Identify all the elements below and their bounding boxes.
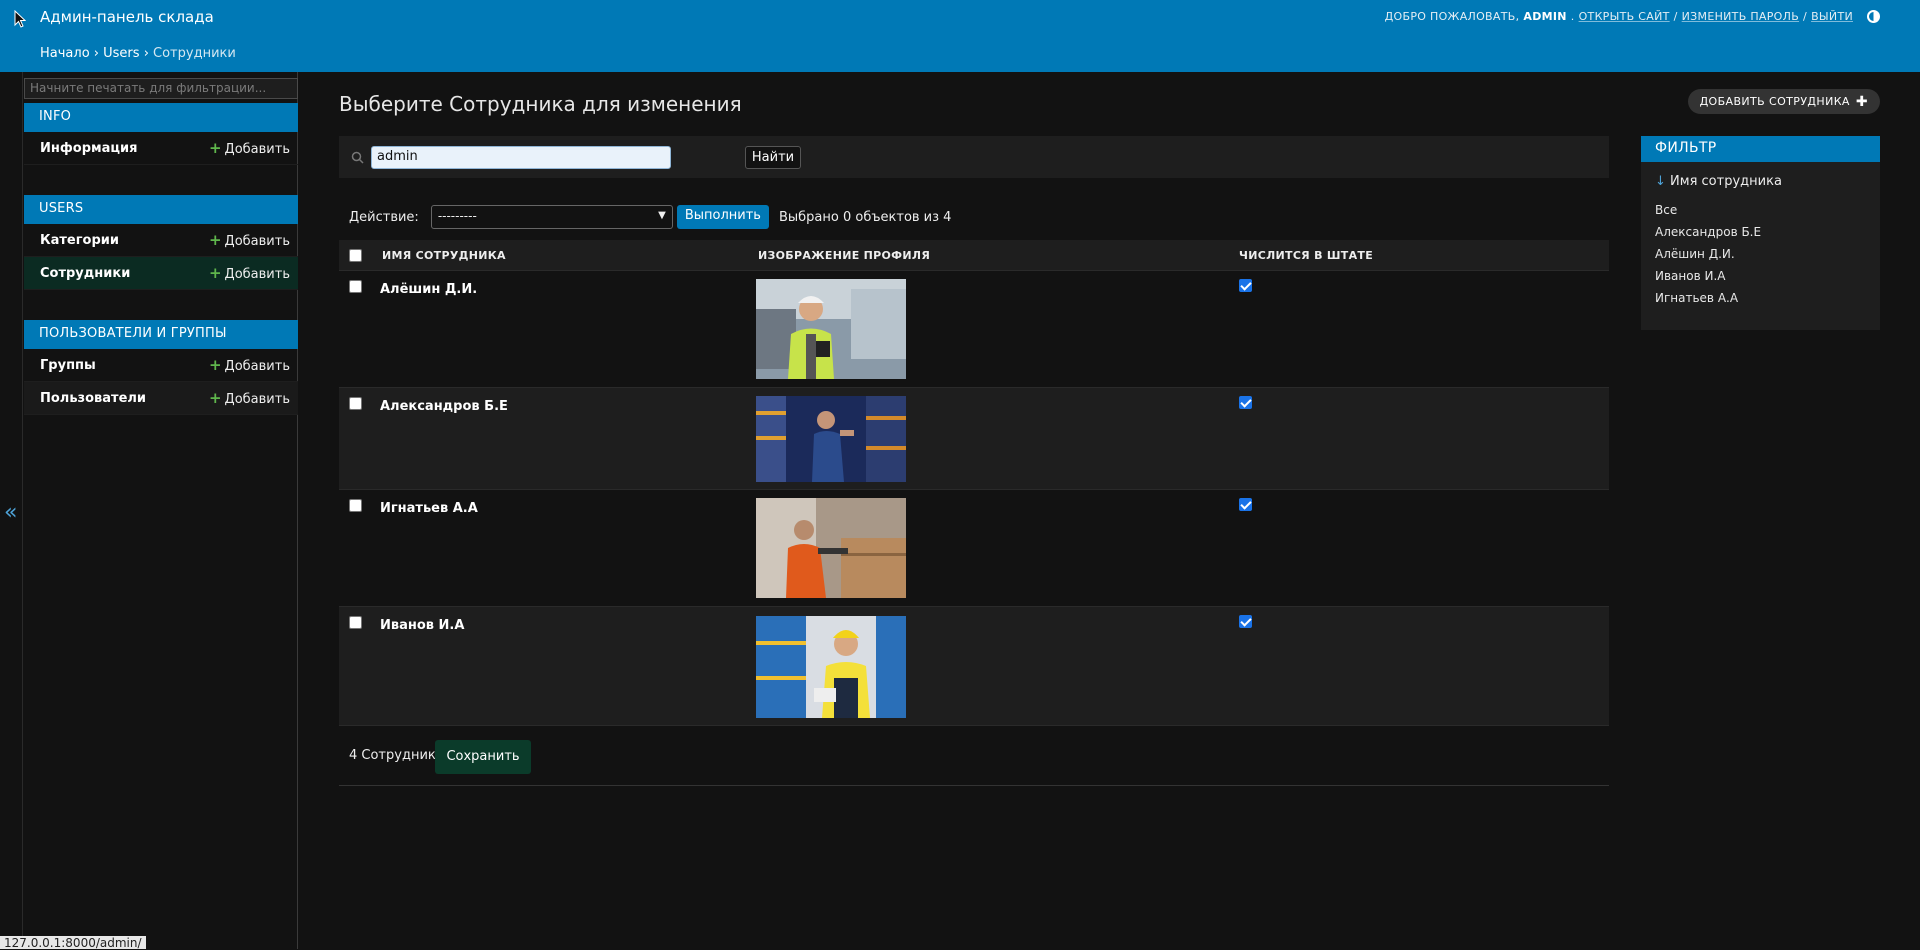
search-button[interactable]: Найти [745,146,801,169]
module-info: INFO Информация + Добавить [24,103,298,165]
username: ADMIN [1523,10,1567,23]
separator: / [1673,10,1678,23]
row-checkbox[interactable] [349,499,362,512]
filter-option-all[interactable]: Все [1655,203,1866,217]
add-link[interactable]: + Добавить [209,139,290,157]
view-site-link[interactable]: ОТКРЫТЬ САЙТ [1579,10,1670,23]
mouse-cursor-icon [14,10,26,28]
header: Админ-панель склада ДОБРО ПОЖАЛОВАТЬ, AD… [0,0,1920,72]
column-header-on-staff[interactable]: ЧИСЛИТСЯ В ШТАТЕ [1239,249,1373,262]
plus-icon: + [208,264,222,282]
sidebar-item-label[interactable]: Категории [40,233,119,248]
save-button[interactable]: Сохранить [435,740,531,774]
search-icon [351,151,364,164]
plus-icon: + [208,231,222,249]
module-caption[interactable]: USERS [24,195,298,224]
result-count: 4 Сотрудники [349,748,445,763]
column-header-image[interactable]: ИЗОБРАЖЕНИЕ ПРОФИЛЯ [758,249,930,262]
change-password-link[interactable]: ИЗМЕНИТЬ ПАРОЛЬ [1682,10,1799,23]
user-tools: ДОБРО ПОЖАЛОВАТЬ, ADMIN. ОТКРЫТЬ САЙТ / … [1385,10,1880,23]
breadcrumb-home[interactable]: Начало [40,46,90,61]
sidebar-filter-input[interactable]: Начните печатать для фильтрации... [24,78,298,99]
employee-name-link[interactable]: Иванов И.А [380,618,464,633]
action-select[interactable]: --------- ▼ [430,205,673,229]
breadcrumb-current: Сотрудники [153,46,236,61]
sidebar-item-label[interactable]: Группы [40,358,96,373]
sidebar-item-information[interactable]: Информация + Добавить [24,132,298,165]
module-caption[interactable]: ПОЛЬЗОВАТЕЛИ И ГРУППЫ [24,320,298,349]
results-table: ИМЯ СОТРУДНИКА ИЗОБРАЖЕНИЕ ПРОФИЛЯ ЧИСЛИ… [339,240,1609,726]
selection-counter: Выбрано 0 объектов из 4 [778,209,952,225]
module-users: USERS Категории + Добавить Сотрудники + До… [24,195,298,290]
site-name[interactable]: Админ-панель склада [40,8,214,26]
chevron-down-icon: ▼ [658,210,666,221]
module-caption[interactable]: INFO [24,103,298,132]
plus-icon: + [208,356,222,374]
sidebar-item-categories[interactable]: Категории + Добавить [24,224,298,257]
table-row: Иванов И.А [339,607,1609,726]
row-checkbox[interactable] [349,397,362,410]
filter-panel: ФИЛЬТР ↓ Имя сотрудника Все Александров … [1641,136,1880,330]
filter-option[interactable]: Игнатьев А.А [1655,291,1866,305]
plus-icon: + [208,139,222,157]
breadcrumb-users[interactable]: Users [103,46,139,61]
profile-image [756,616,906,718]
sidebar-item-employees[interactable]: Сотрудники + Добавить [24,257,298,290]
breadcrumb-sep: › [93,46,99,61]
add-link[interactable]: + Добавить [209,264,290,282]
sidebar-item-label[interactable]: Пользователи [40,391,146,406]
sidebar: Начните печатать для фильтрации... INFO … [22,72,298,949]
employee-name-link[interactable]: Александров Б.Е [380,399,508,414]
run-action-button[interactable]: Выполнить [676,205,769,229]
row-checkbox[interactable] [349,280,362,293]
column-header-name[interactable]: ИМЯ СОТРУДНИКА [382,249,506,262]
sidebar-item-groups[interactable]: Группы + Добавить [24,349,298,382]
table-header: ИМЯ СОТРУДНИКА ИЗОБРАЖЕНИЕ ПРОФИЛЯ ЧИСЛИ… [339,240,1609,271]
module-auth: ПОЛЬЗОВАТЕЛИ И ГРУППЫ Группы + Добавить П… [24,320,298,415]
profile-image [756,498,906,598]
employee-name-link[interactable]: Алёшин Д.И. [380,282,477,297]
select-all-checkbox[interactable] [349,249,362,262]
row-checkbox[interactable] [349,616,362,629]
action-label: Действие: [349,209,419,225]
filter-header: ФИЛЬТР [1641,136,1880,162]
table-row: Алёшин Д.И. [339,271,1609,388]
on-staff-checkbox[interactable] [1239,396,1252,409]
search-bar: admin Найти [339,136,1609,178]
on-staff-checkbox[interactable] [1239,498,1252,511]
page-title: Выберите Сотрудника для изменения [339,92,742,116]
filter-option[interactable]: Александров Б.Е [1655,225,1866,239]
collapse-sidebar-icon[interactable]: « [4,500,17,525]
plus-icon: + [208,389,222,407]
on-staff-checkbox[interactable] [1239,615,1252,628]
logout-link[interactable]: ВЫЙТИ [1811,10,1853,23]
filter-option[interactable]: Алёшин Д.И. [1655,247,1866,261]
sidebar-item-label[interactable]: Информация [40,141,138,156]
employee-name-link[interactable]: Игнатьев А.А [380,501,478,516]
welcome-text: ДОБРО ПОЖАЛОВАТЬ, [1384,10,1520,23]
profile-image [756,396,906,482]
add-link[interactable]: + Добавить [209,231,290,249]
search-input[interactable]: admin [371,146,671,169]
filter-option[interactable]: Иванов И.А [1655,269,1866,283]
profile-image [756,279,906,379]
table-row: Игнатьев А.А [339,490,1609,607]
table-row: Александров Б.Е [339,388,1609,490]
actions-bar: Действие: --------- ▼ Выполнить Выбрано … [339,204,951,230]
on-staff-checkbox[interactable] [1239,279,1252,292]
sidebar-item-label[interactable]: Сотрудники [40,266,130,281]
separator: / [1803,10,1808,23]
table-footer: 4 Сотрудники Сохранить [339,740,1609,786]
arrow-down-icon: ↓ [1655,174,1666,189]
breadcrumb: Начало › Users › Сотрудники [40,46,236,61]
theme-toggle-icon[interactable] [1867,10,1880,23]
sidebar-item-users[interactable]: Пользователи + Добавить [24,382,298,415]
add-link[interactable]: + Добавить [209,389,290,407]
filter-title[interactable]: ↓ Имя сотрудника [1655,174,1866,189]
add-employee-button[interactable]: ДОБАВИТЬ СОТРУДНИКА ✚ [1687,89,1880,114]
add-link[interactable]: + Добавить [209,356,290,374]
breadcrumb-sep: › [143,46,149,61]
plus-icon: ✚ [1855,93,1868,110]
status-bar-url: 127.0.0.1:8000/admin/ [0,936,146,950]
